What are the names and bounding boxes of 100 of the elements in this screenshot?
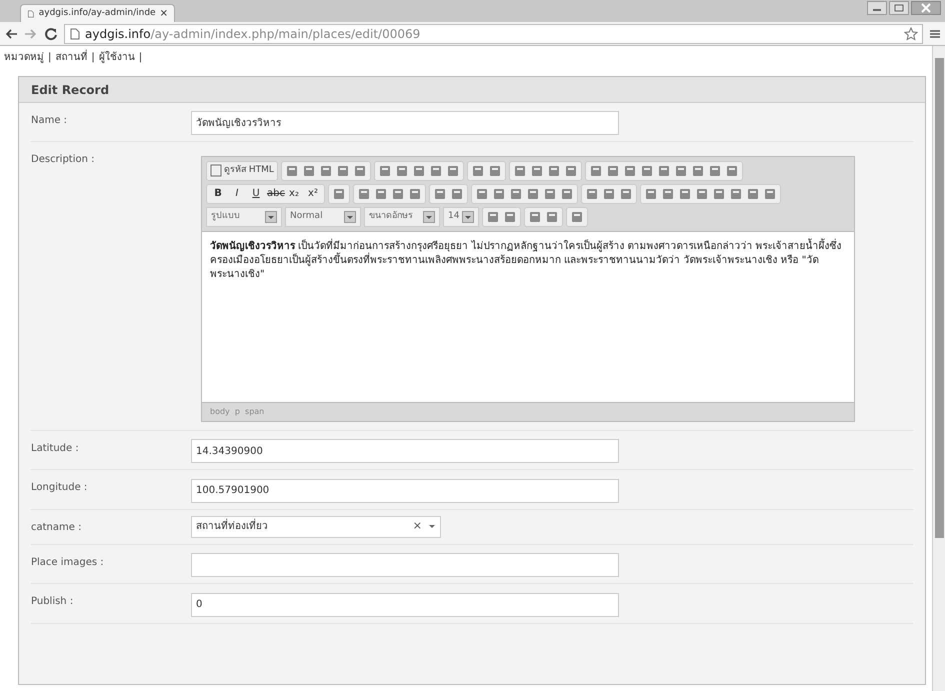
toolbar-icon[interactable] [724, 164, 739, 178]
field-label: Longitude : [31, 481, 88, 495]
toolbar-icon[interactable] [695, 186, 709, 200]
toolbar-icon[interactable] [352, 164, 367, 178]
input-field[interactable]: 14.34390900 [191, 439, 619, 463]
back-icon[interactable] [4, 26, 18, 40]
menu-icon[interactable] [929, 28, 941, 40]
field-label: Place images : [31, 556, 105, 570]
toolbar-icon[interactable] [543, 186, 557, 200]
nav-link[interactable]: ผู้ใช้งาน [98, 50, 135, 64]
toolbar-icon[interactable] [674, 164, 688, 178]
font-dropdown[interactable]: 14 [443, 206, 479, 226]
toolbar-icon[interactable] [512, 164, 527, 178]
toolbar-icon[interactable] [564, 164, 578, 178]
toolbar-icon[interactable] [486, 210, 500, 224]
input-field[interactable]: 100.57901900 [191, 478, 619, 502]
caret-icon[interactable] [462, 210, 474, 222]
toolbar-icon[interactable] [546, 164, 561, 178]
toolbar-icon[interactable] [509, 186, 523, 200]
font-dropdown[interactable]: ขนาดอักษร [364, 206, 440, 226]
format-button[interactable]: B [210, 186, 226, 201]
nav-link[interactable]: สถานที่ [55, 50, 88, 64]
toolbar-icon[interactable] [394, 164, 409, 178]
toolbar-icon[interactable] [570, 210, 584, 224]
format-button[interactable]: U [248, 186, 264, 201]
url-text: aydgis.info/ay-admin/index.php/main/places/edit/00069 [85, 26, 420, 42]
caret-icon[interactable] [265, 210, 277, 222]
panel-title: Edit Record [31, 82, 110, 98]
close-icon[interactable] [911, 1, 941, 15]
format-button[interactable]: x² [305, 186, 321, 201]
toolbar-icon[interactable] [391, 186, 405, 200]
toolbar-icon[interactable] [619, 186, 633, 200]
toolbar-icon[interactable] [712, 186, 726, 200]
toolbar-icon[interactable] [588, 164, 603, 178]
toolbar-icon[interactable] [408, 186, 422, 200]
toolbar-icon[interactable] [374, 186, 388, 200]
toolbar-icon[interactable] [661, 186, 675, 200]
toolbar-icon[interactable] [492, 186, 506, 200]
star-icon[interactable] [904, 26, 918, 40]
format-button[interactable]: abc [267, 186, 283, 201]
minimize-icon[interactable] [867, 1, 887, 15]
toolbar-icon[interactable] [690, 164, 705, 178]
field-label: Name : [31, 114, 68, 128]
select-field[interactable]: สถานที่ท่องเที่ยว × [191, 516, 441, 538]
toolbar-icon[interactable] [656, 164, 671, 178]
toolbar-icon[interactable] [678, 186, 692, 200]
browser-tab[interactable]: aydgis.info/ay-admin/inde × [20, 4, 175, 22]
toolbar-icon[interactable] [526, 186, 540, 200]
toolbar-icon[interactable] [428, 164, 443, 178]
toolbar-icon[interactable] [622, 164, 637, 178]
input-field[interactable]: 0 [191, 592, 619, 616]
toolbar-icon[interactable] [318, 164, 333, 178]
toolbar-icon[interactable] [602, 186, 616, 200]
toolbar-icon[interactable] [644, 186, 658, 200]
toolbar-icon[interactable] [488, 164, 502, 178]
separator-text: | [138, 50, 142, 64]
toolbar-icon[interactable] [528, 210, 542, 224]
caret-icon[interactable] [428, 522, 436, 530]
page-icon[interactable] [27, 8, 35, 20]
toolbar-icon[interactable] [746, 186, 760, 200]
toolbar-icon[interactable] [763, 186, 777, 200]
caret-icon[interactable] [344, 210, 356, 222]
element-path: body p span [210, 406, 264, 418]
maximize-icon[interactable] [889, 1, 909, 15]
toolbar-icon[interactable] [585, 186, 599, 200]
toolbar-icon[interactable] [332, 186, 346, 200]
caret-icon[interactable] [423, 210, 435, 222]
tab-close-button[interactable]: × [160, 6, 168, 21]
toolbar-icon[interactable] [708, 164, 722, 178]
format-button[interactable]: I [229, 186, 245, 201]
toolbar-icon[interactable] [357, 186, 371, 200]
forward-icon[interactable] [24, 26, 38, 40]
page-icon[interactable] [69, 28, 81, 40]
format-button[interactable]: x₂ [286, 186, 302, 201]
toolbar-icon[interactable] [503, 210, 517, 224]
toolbar-icon[interactable] [412, 164, 426, 178]
document-icon[interactable] [210, 164, 222, 177]
font-dropdown[interactable]: รูปแบบ [206, 206, 282, 226]
toolbar-icon[interactable] [450, 186, 464, 200]
clear-button[interactable]: × [412, 518, 422, 535]
toolbar-icon[interactable] [530, 164, 544, 178]
toolbar-icon[interactable] [729, 186, 743, 200]
toolbar-icon[interactable] [545, 210, 559, 224]
reload-icon[interactable] [44, 26, 58, 40]
toolbar-icon[interactable] [433, 186, 447, 200]
toolbar-icon[interactable] [336, 164, 350, 178]
toolbar-icon[interactable] [475, 186, 489, 200]
input-field[interactable]: วัดพนัญเชิงวรวิหาร [191, 110, 619, 134]
toolbar-icon[interactable] [606, 164, 620, 178]
toolbar-icon[interactable] [302, 164, 316, 178]
toolbar-icon[interactable] [560, 186, 574, 200]
nav-link[interactable]: หมวดหมู่ [4, 50, 44, 64]
toolbar-icon[interactable] [446, 164, 460, 178]
address-bar[interactable]: aydgis.info/ay-admin/index.php/main/places/edit/00069 [64, 24, 923, 44]
font-dropdown[interactable]: Normal [285, 206, 361, 226]
toolbar-icon[interactable] [378, 164, 392, 178]
toolbar-icon[interactable] [470, 164, 485, 178]
toolbar-icon[interactable] [284, 164, 299, 178]
field-label: Publish : [31, 595, 74, 609]
toolbar-icon[interactable] [640, 164, 654, 178]
